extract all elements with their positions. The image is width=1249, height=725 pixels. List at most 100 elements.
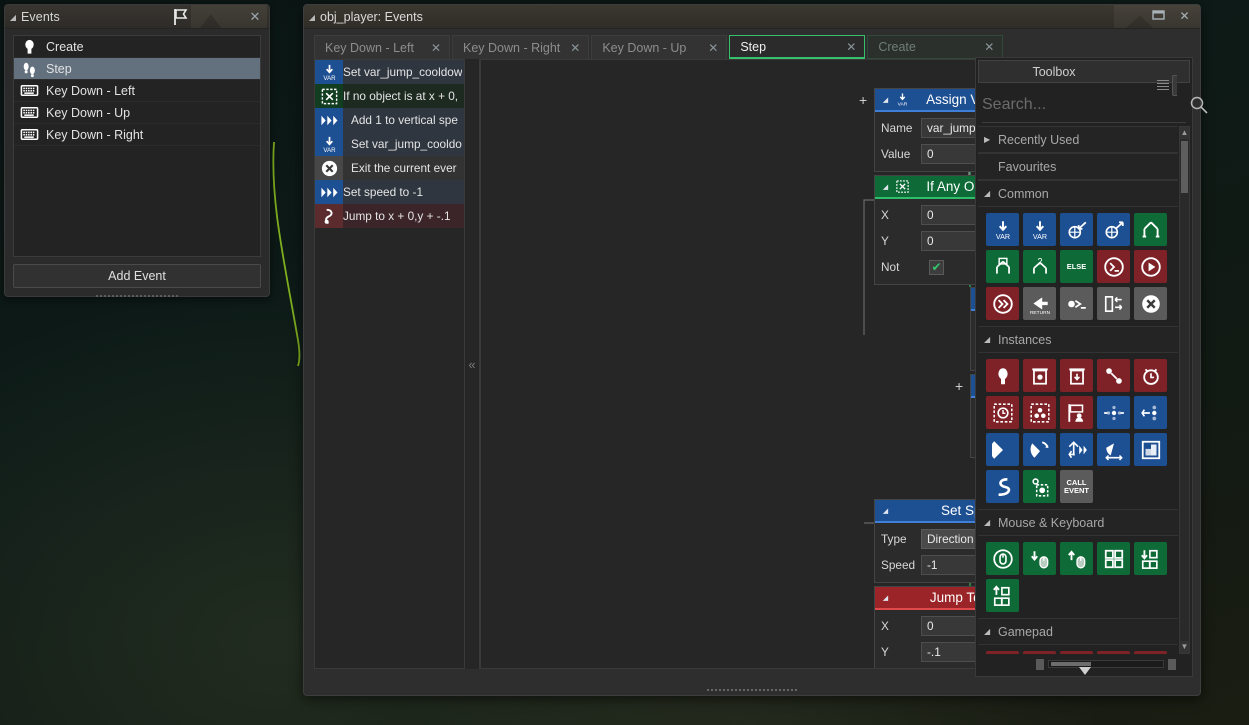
event-tabbar[interactable]: Key Down - Left ✕ Key Down - Right ✕ Key Dow… xyxy=(314,33,1190,59)
toolbox-size-slider[interactable] xyxy=(1036,656,1176,675)
change-instance-icon[interactable] xyxy=(1097,359,1130,392)
if-branch-icon[interactable] xyxy=(1134,213,1167,246)
move-free-icon[interactable] xyxy=(1134,396,1167,429)
set-direction-icon[interactable] xyxy=(986,433,1019,466)
block-icon[interactable] xyxy=(1097,287,1130,320)
action-list-row[interactable]: Exit the current ever xyxy=(315,156,468,180)
set-global-icon[interactable] xyxy=(1097,213,1130,246)
action-list-row[interactable]: VAR Set var_jump_cooldo xyxy=(315,132,468,156)
action-list-pane[interactable]: VAR Set var_jump_cooldow If no object is a… xyxy=(314,59,469,669)
tab-close-icon[interactable]: ✕ xyxy=(708,41,718,55)
action-list-row[interactable]: Set speed to -1 xyxy=(315,180,468,204)
run-script-icon[interactable] xyxy=(1134,250,1167,283)
toolbox-section-recently-used[interactable]: ▶ Recently Used xyxy=(978,126,1178,153)
action-list-row[interactable]: Jump to x + 0,y + -.1 xyxy=(315,204,468,228)
gamepad-4-icon[interactable] xyxy=(1097,651,1130,654)
set-alarm-icon[interactable] xyxy=(1134,359,1167,392)
drag-handle-icon[interactable] xyxy=(1157,76,1169,94)
window-collapse-caret-icon[interactable]: ◢ xyxy=(304,13,320,22)
gamepad-5-icon[interactable] xyxy=(1134,651,1167,654)
block-collapse-icon[interactable]: ◢ xyxy=(879,96,892,104)
path-icon[interactable] xyxy=(986,470,1019,503)
tab-close-icon[interactable]: ✕ xyxy=(570,41,580,55)
wrap-icon[interactable] xyxy=(1097,433,1130,466)
return-icon[interactable]: RETURN xyxy=(1023,287,1056,320)
assign-variable-icon[interactable]: VAR xyxy=(986,213,1019,246)
destroy-at-icon[interactable] xyxy=(1060,359,1093,392)
add-block-plus-icon[interactable]: + xyxy=(955,378,963,394)
toolbox-search[interactable] xyxy=(982,87,1208,123)
if-question-icon[interactable]: ? xyxy=(1023,250,1056,283)
tab-close-icon[interactable]: ✕ xyxy=(984,40,994,54)
collapse-caret-icon[interactable]: ◢ xyxy=(5,13,21,22)
exit-icon[interactable] xyxy=(1134,287,1167,320)
caret-down-icon[interactable]: ◢ xyxy=(984,335,998,344)
add-event-button[interactable]: Add Event xyxy=(13,264,261,288)
mouse-up-icon[interactable] xyxy=(1060,542,1093,575)
close-icon[interactable]: ✕ xyxy=(1177,9,1192,24)
slider-track[interactable] xyxy=(1048,660,1164,675)
event-item-key-down-right[interactable]: Key Down - Right xyxy=(14,124,260,146)
toolbox-section-favourites[interactable]: Favourites xyxy=(978,153,1178,180)
collision-icon[interactable] xyxy=(1023,470,1056,503)
mouse-icon[interactable] xyxy=(986,542,1019,575)
slider-knob[interactable] xyxy=(1079,667,1091,675)
search-input[interactable] xyxy=(982,95,1189,114)
toolbox-content[interactable]: ▶ Recently Used Favourites ◢ Common VAR VAR? EL… xyxy=(978,126,1178,654)
tab-key-down-left[interactable]: Key Down - Left ✕ xyxy=(314,35,450,59)
key-down-icon[interactable] xyxy=(1134,542,1167,575)
caret-down-icon[interactable]: ◢ xyxy=(984,627,998,636)
caret-right-icon[interactable]: ▶ xyxy=(984,135,998,144)
toolbox-scrollbar[interactable]: ▲ ▼ xyxy=(1179,126,1190,654)
collapse-left-handle[interactable]: « xyxy=(464,59,480,669)
if-variable-icon[interactable] xyxy=(986,250,1019,283)
get-global-icon[interactable] xyxy=(1060,213,1093,246)
tab-key-down-right[interactable]: Key Down - Right ✕ xyxy=(452,35,590,59)
gamepad-3-icon[interactable] xyxy=(1060,651,1093,654)
block-collapse-icon[interactable]: ◢ xyxy=(879,507,892,515)
move-fixed-icon[interactable] xyxy=(1097,396,1130,429)
call-event-icon[interactable]: CALL EVENT xyxy=(1060,470,1093,503)
comment-icon[interactable] xyxy=(1060,287,1093,320)
action-list-row[interactable]: Add 1 to vertical spe xyxy=(315,108,468,132)
scatter-icon[interactable] xyxy=(1060,433,1093,466)
tab-close-icon[interactable]: ✕ xyxy=(846,40,856,54)
caret-down-icon[interactable]: ◢ xyxy=(984,189,998,198)
event-item-key-down-left[interactable]: Key Down - Left xyxy=(14,80,260,102)
events-panel-close-icon[interactable]: ✕ xyxy=(247,9,263,25)
event-item-key-down-up[interactable]: Key Down - Up xyxy=(14,102,260,124)
panel-resize-grip[interactable] xyxy=(95,294,179,298)
gamepad-2-icon[interactable] xyxy=(1023,651,1056,654)
tab-close-icon[interactable]: ✕ xyxy=(431,41,441,55)
set-rotation-icon[interactable] xyxy=(1023,433,1056,466)
window-resize-grip[interactable] xyxy=(706,688,798,693)
block-collapse-icon[interactable]: ◢ xyxy=(879,183,892,191)
event-item-create[interactable]: Create xyxy=(14,36,260,58)
instance-layer-icon[interactable] xyxy=(1060,396,1093,429)
execute-code-icon[interactable] xyxy=(1097,250,1130,283)
key-up-icon[interactable] xyxy=(986,579,1019,612)
action-list-row[interactable]: VAR Set var_jump_cooldow xyxy=(315,60,468,84)
scrollbar-thumb[interactable] xyxy=(1181,141,1188,193)
tab-create[interactable]: Create ✕ xyxy=(867,35,1004,59)
key-check-icon[interactable] xyxy=(1097,542,1130,575)
caret-down-icon[interactable]: ◢ xyxy=(984,518,998,527)
relative-checkbox[interactable] xyxy=(929,259,944,275)
scroll-up-arrow-icon[interactable]: ▲ xyxy=(1180,127,1189,139)
repeat-icon[interactable] xyxy=(986,287,1019,320)
maximize-icon[interactable] xyxy=(1152,9,1167,24)
destroy-instance-icon[interactable] xyxy=(1023,359,1056,392)
temp-variable-icon[interactable]: VAR xyxy=(1023,213,1056,246)
tab-key-down-up[interactable]: Key Down - Up ✕ xyxy=(591,35,728,59)
action-list-row[interactable]: If no object is at x + 0, xyxy=(315,84,468,108)
toolbox-section-instances[interactable]: ◢ Instances xyxy=(978,326,1178,353)
events-list[interactable]: Create Step Key Down - Left Key Down - Up Ke… xyxy=(13,35,261,257)
block-collapse-icon[interactable]: ◢ xyxy=(879,594,892,602)
toolbox-section-mouse-keyboard[interactable]: ◢ Mouse & Keyboard xyxy=(978,509,1178,536)
toolbox-section-common[interactable]: ◢ Common xyxy=(978,180,1178,207)
toolbox-section-gamepad[interactable]: ◢ Gamepad xyxy=(978,618,1178,645)
search-icon[interactable] xyxy=(1189,95,1209,115)
event-item-step[interactable]: Step xyxy=(14,58,260,80)
gamepad-1-icon[interactable] xyxy=(986,651,1019,654)
sprite-icon[interactable] xyxy=(1134,433,1167,466)
